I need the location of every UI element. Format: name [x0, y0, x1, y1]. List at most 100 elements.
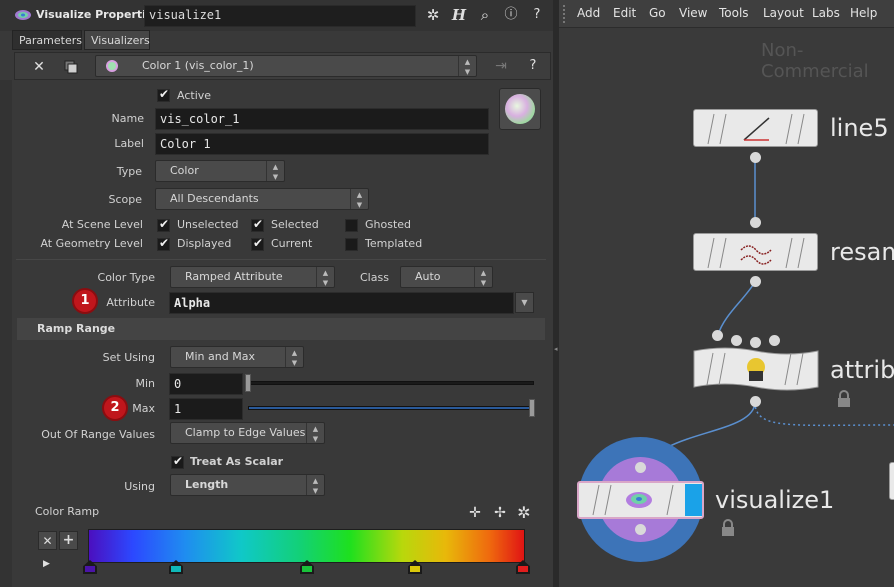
- set-using-label: Set Using: [102, 351, 155, 364]
- out-of-range-value: Clamp to Edge Values: [185, 426, 306, 439]
- name-label: Name: [111, 112, 144, 125]
- max-slider-track[interactable]: [248, 406, 534, 410]
- lock-icon[interactable]: [721, 519, 735, 537]
- copy-icon[interactable]: [62, 58, 80, 76]
- out-of-range-select[interactable]: Clamp to Edge Values ▲ ▼: [170, 422, 325, 444]
- color-type-value: Ramped Attribute: [185, 270, 283, 283]
- pin-icon[interactable]: ⇥: [492, 58, 510, 76]
- node-input-dot[interactable]: [750, 217, 761, 228]
- attribute-field[interactable]: Alpha: [169, 292, 514, 314]
- color-ramp-bar[interactable]: [88, 529, 525, 563]
- chevron-updown-icon: ▲ ▼: [266, 161, 284, 181]
- using-value: Length: [185, 478, 229, 491]
- tab-visualizers[interactable]: Visualizers: [84, 30, 150, 50]
- resample-icon: [707, 237, 805, 269]
- scroll-gutter: [0, 80, 12, 587]
- tab-parameters[interactable]: Parameters: [12, 30, 82, 50]
- collapse-arrow-icon[interactable]: ◂: [554, 345, 558, 353]
- ramp-key-color: [410, 566, 420, 572]
- unselected-label: Unselected: [177, 218, 239, 231]
- set-using-select[interactable]: Min and Max ▲ ▼: [170, 346, 304, 368]
- close-icon[interactable]: ✕: [30, 58, 48, 76]
- selected-label: Selected: [271, 218, 319, 231]
- type-select-value: Color: [170, 164, 199, 177]
- visualizer-select[interactable]: Color 1 (vis_color_1) ▲ ▼: [95, 55, 477, 77]
- lock-icon[interactable]: [837, 390, 851, 408]
- help-icon[interactable]: ?: [528, 6, 546, 24]
- ramp-range-section[interactable]: Ramp Range: [17, 318, 545, 340]
- node-input-dot[interactable]: [712, 330, 723, 341]
- ramp-key-color: [518, 566, 528, 572]
- set-using-value: Min and Max: [185, 350, 255, 363]
- treat-as-scalar-checkbox[interactable]: [171, 454, 184, 469]
- color-swatch-icon: [505, 94, 535, 124]
- out-of-range-label: Out Of Range Values: [41, 428, 155, 441]
- using-label: Using: [124, 480, 155, 493]
- chevron-updown-icon: ▲ ▼: [458, 56, 476, 76]
- attribute-menu-chevron-down-icon[interactable]: ▼: [515, 292, 534, 313]
- geo-current-checkbox[interactable]: [251, 236, 264, 251]
- visualize-node-icon: [592, 484, 702, 516]
- displayed-label: Displayed: [177, 237, 232, 250]
- node-resample[interactable]: [693, 233, 818, 271]
- color-type-select[interactable]: Ramped Attribute ▲ ▼: [170, 266, 335, 288]
- help-icon[interactable]: ?: [524, 57, 542, 75]
- chevron-updown-icon: ▲ ▼: [306, 475, 324, 495]
- gear-icon[interactable]: ✲: [424, 6, 442, 24]
- add-key-button[interactable]: +: [59, 531, 78, 550]
- chevron-updown-icon: ▲ ▼: [474, 267, 492, 287]
- node-label-attrib: attrib: [830, 356, 894, 384]
- help-h-icon[interactable]: H: [450, 6, 468, 24]
- visualizer-select-label: Color 1 (vis_color_1): [142, 59, 254, 72]
- ramp-gear-icon[interactable]: ✲: [515, 503, 533, 522]
- node-visualize1[interactable]: [577, 481, 704, 519]
- parameter-panel: Visualize Properties visualize1 ✲ H ⌕ ⓘ …: [0, 0, 553, 587]
- label-field[interactable]: Color 1: [155, 133, 489, 155]
- active-checkbox[interactable]: [157, 87, 170, 102]
- scene-ghosted-checkbox[interactable]: [345, 219, 358, 232]
- visualizer-swatch-button[interactable]: [499, 88, 541, 130]
- color-type-label: Color Type: [97, 271, 155, 284]
- min-field[interactable]: 0: [169, 373, 243, 395]
- scene-level-label: At Scene Level: [61, 218, 143, 231]
- min-slider-track[interactable]: [248, 381, 534, 385]
- chevron-updown-icon: ▲ ▼: [350, 189, 368, 209]
- expand-arrow-icon[interactable]: ▶: [43, 559, 50, 569]
- node-output-dot[interactable]: [750, 276, 761, 287]
- name-field[interactable]: vis_color_1: [155, 108, 489, 130]
- node-path-field[interactable]: visualize1: [144, 5, 416, 27]
- treat-as-scalar-label: Treat As Scalar: [190, 455, 284, 468]
- node-label-line5: line5: [830, 114, 889, 142]
- node-line5[interactable]: [693, 109, 818, 147]
- ramp-key-color: [171, 566, 181, 572]
- class-select[interactable]: Auto ▲ ▼: [400, 266, 493, 288]
- add-key-icon[interactable]: ✛: [467, 505, 483, 521]
- node-stripes: [707, 113, 805, 145]
- node-attribwrangle[interactable]: [693, 345, 819, 393]
- network-editor: Add Edit Go View Tools Layout Labs Help …: [559, 0, 894, 587]
- max-field[interactable]: 1: [169, 398, 243, 420]
- geo-templated-checkbox[interactable]: [345, 238, 358, 251]
- scene-unselected-checkbox[interactable]: [157, 217, 170, 232]
- remove-key-button[interactable]: ✕: [38, 531, 57, 550]
- attribute-label: Attribute: [106, 296, 155, 309]
- scope-select[interactable]: All Descendants ▲ ▼: [155, 188, 369, 210]
- key-split-icon[interactable]: ✢: [492, 505, 508, 521]
- visualize-icon: [15, 10, 31, 20]
- node-output-dot[interactable]: [750, 396, 761, 407]
- info-icon[interactable]: ⓘ: [502, 6, 520, 24]
- node-output-dot[interactable]: [635, 524, 646, 535]
- type-select[interactable]: Color ▲ ▼: [155, 160, 285, 182]
- color-visualizer-icon: [106, 60, 118, 72]
- scope-label: Scope: [108, 193, 142, 206]
- min-slider-handle[interactable]: [245, 374, 251, 392]
- using-select[interactable]: Length ▲ ▼: [170, 474, 325, 496]
- scene-selected-checkbox[interactable]: [251, 217, 264, 232]
- min-label: Min: [135, 377, 155, 390]
- geo-displayed-checkbox[interactable]: [157, 236, 170, 251]
- search-icon[interactable]: ⌕: [476, 6, 494, 24]
- node-input-dot[interactable]: [635, 462, 646, 473]
- node-offscreen[interactable]: [889, 462, 894, 500]
- max-slider-handle[interactable]: [529, 399, 535, 417]
- node-output-dot[interactable]: [750, 152, 761, 163]
